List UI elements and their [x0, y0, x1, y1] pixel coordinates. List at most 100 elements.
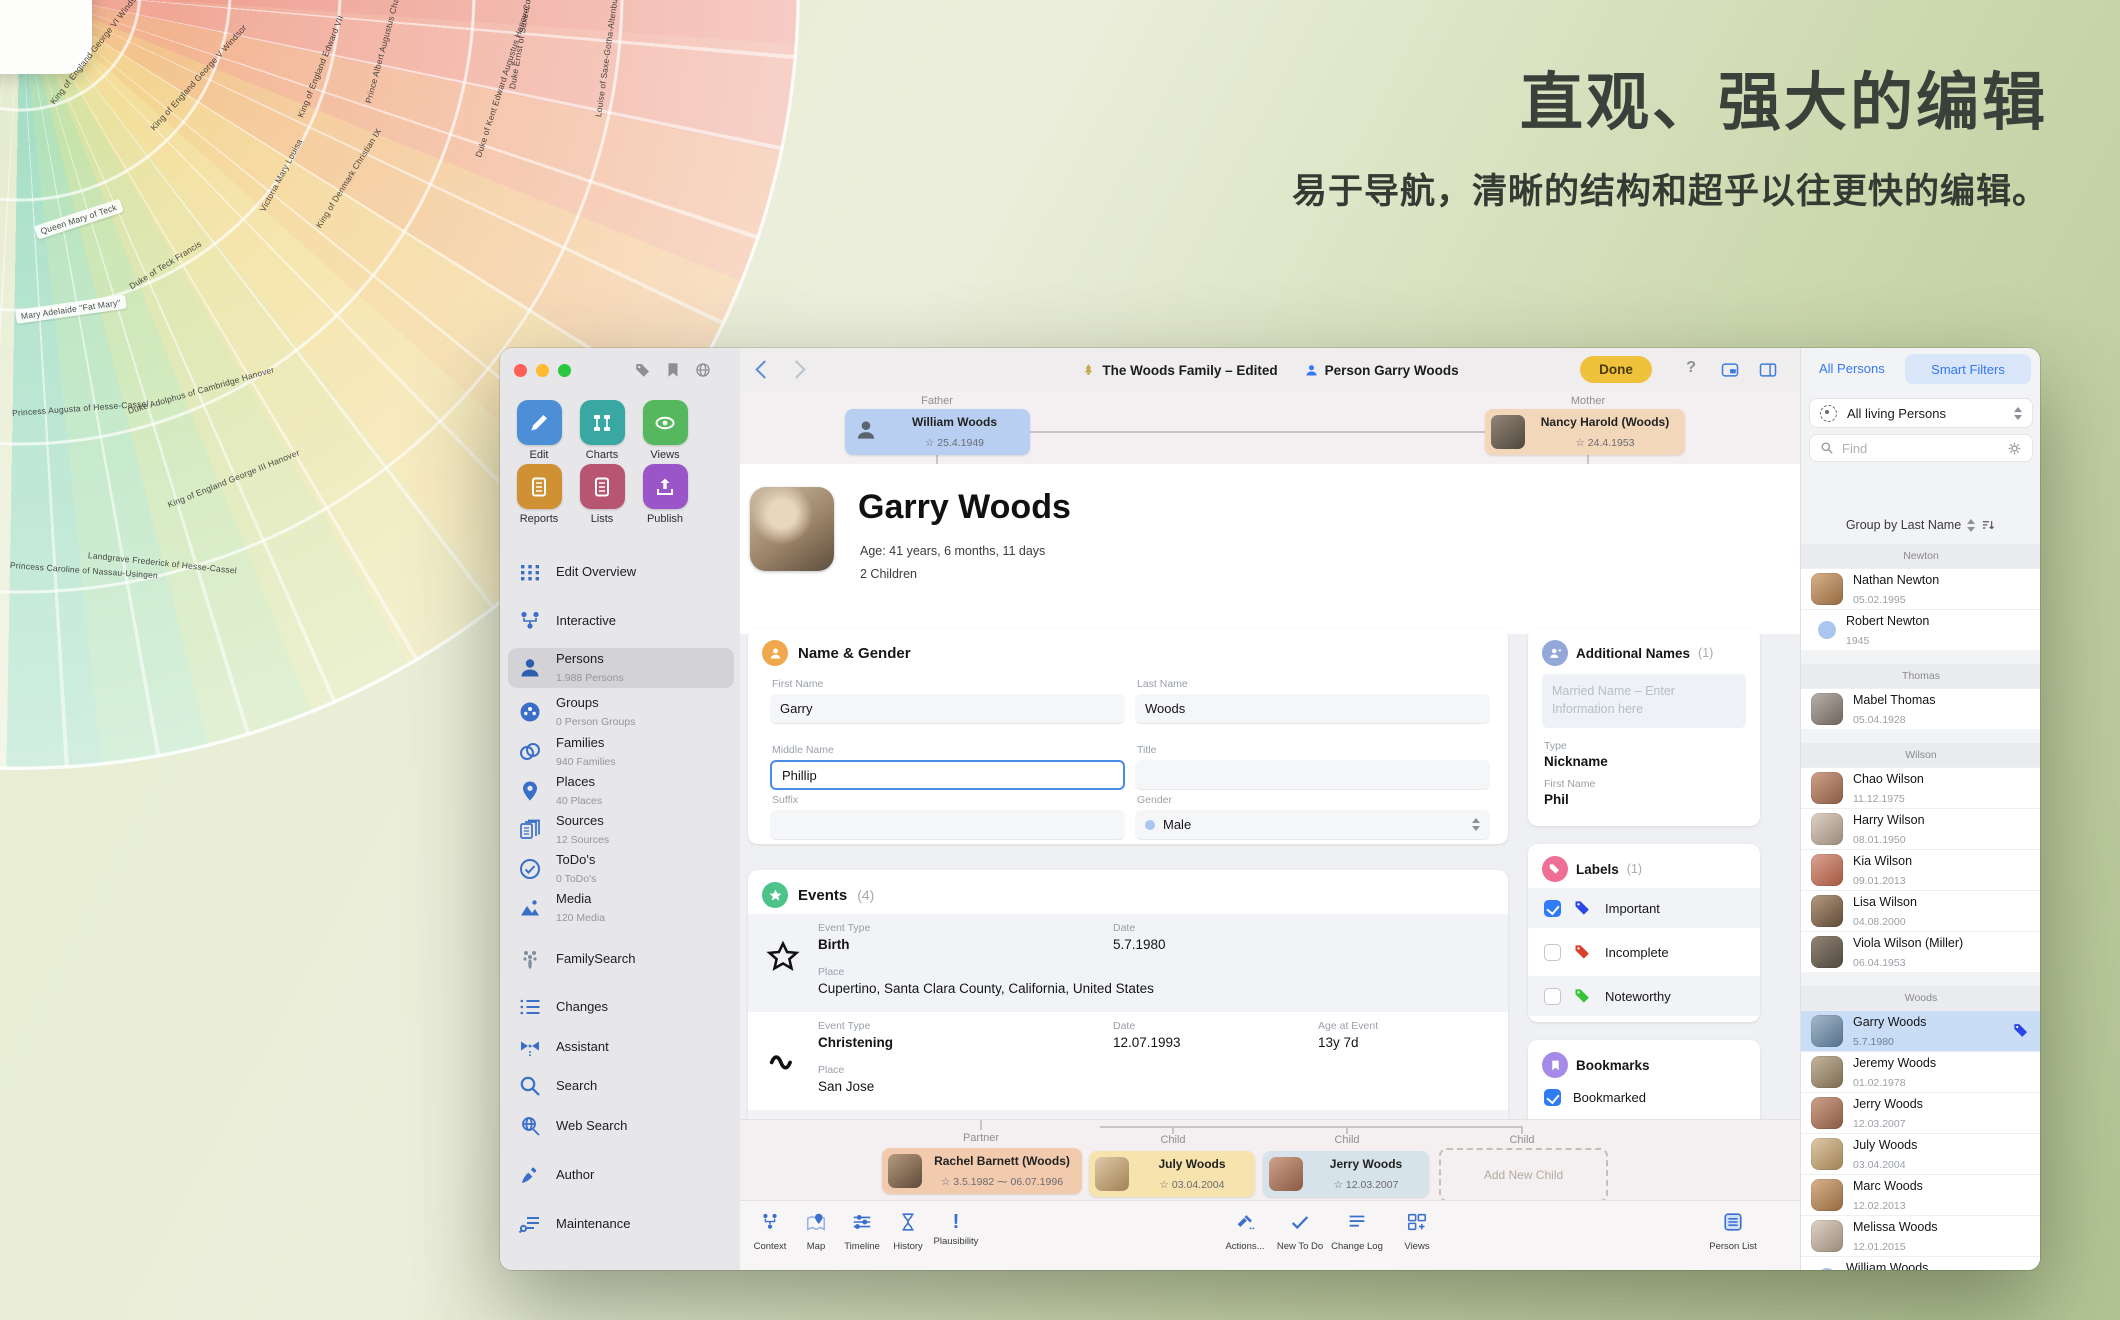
checkbox-checked[interactable]	[1544, 1089, 1561, 1106]
stepper-icon	[1967, 519, 1975, 532]
person-row[interactable]: Melissa Woods12.01.2015	[1801, 1215, 2040, 1256]
father-card[interactable]: William Woods☆ 25.4.1949	[845, 409, 1030, 455]
person-row[interactable]: Kia Wilson09.01.2013	[1801, 849, 2040, 890]
checkbox-checked[interactable]	[1544, 900, 1561, 917]
tool-charts[interactable]: Charts	[571, 400, 633, 461]
sidebar-item-sources[interactable]: Sources12 Sources	[508, 810, 734, 850]
person-row[interactable]: Nathan Newton05.02.1995	[1801, 568, 2040, 609]
sidebar-item-maintenance[interactable]: Maintenance	[508, 1204, 734, 1244]
person-row[interactable]: Lisa Wilson04.08.2000	[1801, 890, 2040, 931]
person-filter-select[interactable]: All living Persons	[1809, 398, 2033, 428]
toolbar-person-list[interactable]: Person List	[1701, 1211, 1765, 1252]
suffix-field[interactable]	[770, 810, 1125, 840]
toolbar-change-log[interactable]: Change Log	[1325, 1211, 1389, 1252]
label-row-incomplete[interactable]: Incomplete	[1528, 932, 1760, 972]
labels-icon	[1542, 856, 1568, 882]
last-name-field[interactable]: Woods	[1135, 694, 1490, 724]
person-row[interactable]: William Woods25.4.1949	[1801, 1256, 2040, 1270]
person-group-thomas: Thomas Mabel Thomas05.04.1928	[1801, 664, 2040, 729]
label-row-noteworthy[interactable]: Noteworthy	[1528, 976, 1760, 1016]
sidebar-item-families[interactable]: Families940 Families	[508, 732, 734, 772]
timeline-icon	[851, 1220, 873, 1237]
person-row[interactable]: Chao Wilson11.12.1975	[1801, 767, 2040, 808]
checkbox-unchecked[interactable]	[1544, 944, 1561, 961]
context-tree-icon	[759, 1220, 781, 1237]
sidebar-item-places[interactable]: Places40 Places	[508, 771, 734, 811]
sidebar-item-media[interactable]: Media120 Media	[508, 888, 734, 928]
person-row[interactable]: Jerry Woods12.03.2007	[1801, 1092, 2040, 1133]
sidebar-item-persons[interactable]: Persons1.988 Persons	[508, 648, 734, 688]
partner-card[interactable]: Rachel Barnett (Woods)☆ 3.5.1982 ⁓ 06.07…	[882, 1148, 1082, 1194]
person-row[interactable]: Mabel Thomas05.04.1928	[1801, 688, 2040, 729]
tool-publish[interactable]: Publish	[634, 464, 696, 525]
mother-card[interactable]: Nancy Harold (Woods)☆ 24.4.1953	[1485, 409, 1685, 455]
sidebar-item-familysearch[interactable]: FamilySearch	[508, 939, 734, 979]
tool-reports[interactable]: Reports	[508, 464, 570, 525]
person-row[interactable]: Viola Wilson (Miller)06.04.1953	[1801, 931, 2040, 972]
sidebar-item-todos[interactable]: ToDo's0 ToDo's	[508, 849, 734, 889]
child-card-july[interactable]: July Woods☆ 03.04.2004	[1089, 1151, 1255, 1197]
edit-pencil-icon	[517, 400, 562, 445]
tool-edit[interactable]: Edit	[508, 400, 570, 461]
person-row[interactable]: Marc Woods12.02.2013	[1801, 1174, 2040, 1215]
sidebar-item-groups[interactable]: Groups0 Person Groups	[508, 692, 734, 732]
tab-all-persons[interactable]: All Persons	[1819, 361, 1885, 376]
toolbar-views[interactable]: Views	[1385, 1211, 1449, 1252]
married-name-placeholder[interactable]: Married Name – Enter Information here	[1542, 674, 1746, 728]
sidebar-item-web-search[interactable]: Web Search	[508, 1106, 734, 1146]
tab-smart-filters[interactable]: Smart Filters	[1905, 354, 2031, 384]
nickname-value[interactable]: Phil	[1544, 792, 1569, 807]
person-row[interactable]: Harry Wilson08.01.1950	[1801, 808, 2040, 849]
event-row-christening[interactable]: Event Type Christening Date 12.07.1993 A…	[748, 1012, 1508, 1110]
add-new-child-button[interactable]: Add New Child	[1439, 1148, 1608, 1202]
name-gender-card: Name & Gender First Name Garry Last Name…	[748, 628, 1508, 844]
gear-icon[interactable]	[2007, 441, 2022, 456]
zoom-window-button[interactable]	[558, 364, 571, 377]
gender-select[interactable]: Male	[1135, 810, 1490, 840]
event-row-birth[interactable]: Event Type Birth Date 5.7.1980 Place Cup…	[748, 914, 1508, 1012]
help-button[interactable]: ?	[1686, 359, 1696, 377]
tool-lists[interactable]: Lists	[571, 464, 633, 525]
tag-icon[interactable]	[634, 361, 652, 379]
middle-name-field[interactable]: Phillip	[770, 760, 1125, 790]
stepper-icon[interactable]	[2014, 407, 2022, 420]
done-button[interactable]: Done	[1580, 356, 1652, 383]
person-row[interactable]: Robert Newton1945	[1801, 609, 2040, 650]
person-row-selected[interactable]: Garry Woods5.7.1980	[1801, 1010, 2040, 1051]
sidebar-item-search[interactable]: Search	[508, 1066, 734, 1106]
sidebar-item-assistant[interactable]: Assistant	[508, 1027, 734, 1067]
panel-header: All Persons Smart Filters	[1800, 348, 2040, 393]
picture-in-picture-icon[interactable]	[1720, 360, 1740, 380]
label-row-important[interactable]: Important	[1528, 888, 1760, 928]
toolbar-new-todo[interactable]: New To Do	[1268, 1211, 1332, 1252]
sidebar-item-interactive[interactable]: Interactive	[508, 601, 734, 641]
hourglass-icon	[897, 1220, 919, 1237]
toolbar-plausibility[interactable]: ! Plausibility	[924, 1211, 988, 1247]
name-gender-icon	[762, 640, 788, 666]
app-window: The Woods Family – Edited Person Garry W…	[500, 348, 2040, 1270]
avatar	[1269, 1157, 1303, 1191]
profile-photo[interactable]	[750, 487, 834, 571]
bookmark-row-bookmarked[interactable]: Bookmarked	[1528, 1082, 1760, 1112]
split-view-icon[interactable]	[1758, 360, 1778, 380]
tool-views[interactable]: Views	[634, 400, 696, 461]
bookmark-icon[interactable]	[664, 361, 682, 379]
sidebar-item-changes[interactable]: Changes	[508, 987, 734, 1027]
person-row[interactable]: Jeremy Woods01.02.1978	[1801, 1051, 2040, 1092]
nickname-type-value[interactable]: Nickname	[1544, 754, 1608, 769]
checkbox-unchecked[interactable]	[1544, 988, 1561, 1005]
sidebar-item-author[interactable]: Author	[508, 1155, 734, 1195]
find-input[interactable]: Find	[1809, 434, 2033, 462]
close-window-button[interactable]	[514, 364, 527, 377]
minimize-window-button[interactable]	[536, 364, 549, 377]
first-name-field[interactable]: Garry	[770, 694, 1125, 724]
person-row[interactable]: July Woods03.04.2004	[1801, 1133, 2040, 1174]
globe-icon[interactable]	[694, 361, 712, 379]
sort-icon[interactable]	[1981, 518, 1996, 533]
group-by-control[interactable]: Group by Last Name	[1801, 512, 2040, 538]
sidebar-item-edit-overview[interactable]: Edit Overview	[508, 552, 734, 592]
mother-label: Mother	[1571, 395, 1605, 407]
title-field[interactable]	[1135, 760, 1490, 790]
stepper-icon[interactable]	[1472, 818, 1480, 831]
child-card-jerry[interactable]: Jerry Woods☆ 12.03.2007	[1263, 1151, 1429, 1197]
